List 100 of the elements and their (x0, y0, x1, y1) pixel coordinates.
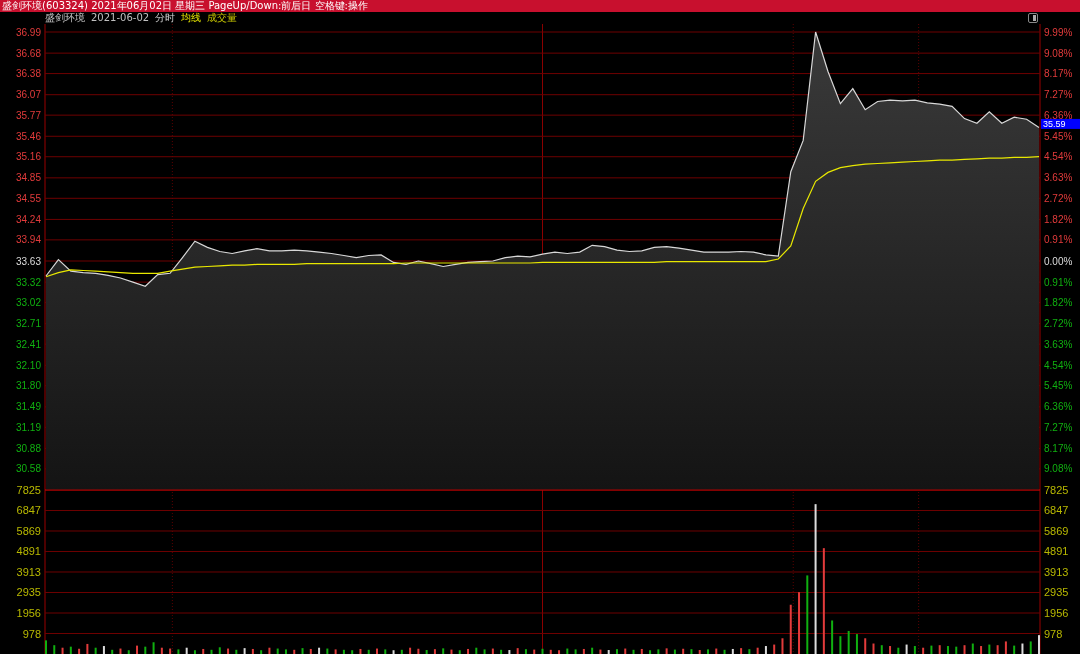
volume-bar (582, 648, 585, 654)
volume-bar (160, 647, 163, 654)
volume-axis-label: 6847 (16, 504, 41, 517)
volume-bar (309, 648, 312, 654)
volume-bar (425, 650, 428, 654)
volume-axis-label: 1956 (1044, 607, 1069, 619)
volume-bar (872, 643, 875, 654)
volume-bar (996, 645, 999, 654)
volume-axis-label: 2935 (1044, 586, 1069, 599)
volume-bar (649, 650, 652, 654)
legend-label: 分时 (155, 12, 176, 24)
volume-bar (276, 648, 279, 654)
price-axis-label: 31.19 (15, 421, 41, 433)
volume-bar (516, 648, 519, 654)
price-axis-label: 33.94 (15, 234, 41, 246)
volume-axis-label: 6847 (1044, 504, 1069, 517)
volume-bar (119, 648, 122, 654)
volume-bar (61, 647, 64, 654)
price-axis-label: 36.07 (15, 89, 41, 101)
percent-axis-label: 4.54% (1044, 359, 1073, 371)
volume-bar (500, 649, 503, 654)
percent-axis-label: 6.36% (1044, 109, 1073, 121)
volume-bar (980, 646, 983, 654)
volume-bar (764, 646, 767, 654)
volume-bar (144, 646, 147, 654)
volume-bar (855, 634, 858, 654)
volume-bar (533, 649, 536, 654)
volume-bar (922, 647, 925, 654)
percent-axis-label: 5.45% (1044, 380, 1073, 392)
volume-bar (731, 648, 734, 654)
volume-bar (177, 649, 180, 654)
percent-axis-label: 3.63% (1044, 172, 1073, 184)
price-axis-label: 32.71 (15, 318, 41, 330)
volume-bar (880, 645, 883, 654)
volume-axis-label: 5869 (16, 525, 41, 537)
volume-bar (53, 645, 56, 654)
stock-name: 盛剑环境 (45, 12, 85, 24)
volume-bar (905, 644, 908, 654)
volume-bar (483, 649, 486, 654)
percent-axis-label: 1.82% (1044, 297, 1073, 309)
volume-bar (773, 644, 776, 654)
volume-bar (334, 649, 337, 654)
volume-bar (673, 649, 676, 654)
legend-label: 均线 (181, 12, 202, 24)
window-title: 盛剑环境(603324) 2021年06月02日 星期三 PageUp/Down:前后日 空格键:操作 (2, 0, 368, 12)
percent-axis-label: 1.82% (1044, 213, 1073, 225)
percent-axis-label: 0.91% (1044, 234, 1073, 246)
volume-bar (624, 648, 627, 654)
volume-bar (359, 648, 362, 654)
volume-bar (938, 645, 941, 654)
volume-bar (301, 648, 304, 654)
percent-axis-label: 8.17% (1044, 442, 1073, 454)
percent-axis-label: 4.54% (1044, 151, 1073, 163)
volume-bar (193, 650, 196, 654)
volume-bar (930, 645, 933, 654)
volume-bar (591, 647, 594, 654)
volume-bar (789, 604, 792, 654)
price-axis-label: 30.88 (15, 442, 41, 454)
volume-axis-label: 3913 (1044, 566, 1069, 578)
volume-bar (293, 649, 296, 654)
percent-axis-label: 9.99% (1044, 26, 1073, 38)
volume-bar (798, 592, 801, 654)
percent-axis-label: 2.72% (1044, 192, 1073, 204)
volume-bar (111, 649, 114, 654)
volume-bar (342, 649, 345, 654)
volume-bar (202, 648, 205, 654)
price-axis-label: 33.02 (15, 297, 41, 309)
panel-toggle-icon[interactable] (1028, 13, 1038, 23)
volume-axis-label: 5869 (1044, 525, 1069, 537)
volume-bar (268, 647, 271, 654)
volume-bar (574, 649, 577, 654)
volume-bar (86, 643, 89, 654)
volume-bar (127, 650, 130, 654)
percent-axis-label: 0.00% (1044, 255, 1073, 267)
percent-axis-label: 7.27% (1044, 421, 1073, 433)
volume-bar (715, 648, 718, 654)
volume-axis-label: 4891 (16, 545, 41, 558)
volume-bar (69, 646, 72, 654)
percent-axis-label: 0.91% (1044, 276, 1073, 288)
volume-bar (839, 636, 842, 654)
price-axis-label: 30.58 (15, 463, 41, 475)
volume-bar (384, 649, 387, 654)
percent-axis-label: 7.27% (1044, 89, 1073, 101)
volume-bar (491, 648, 494, 654)
volume-bar (417, 648, 420, 654)
volume-bar (475, 647, 478, 654)
volume-bar (1013, 645, 1016, 654)
volume-bar (657, 649, 660, 654)
volume-bar (748, 649, 751, 654)
volume-bar (243, 648, 246, 654)
volume-bar (392, 650, 395, 654)
volume-bar (963, 645, 966, 654)
volume-bar (400, 649, 403, 654)
volume-bar (889, 646, 892, 654)
legend-label: 成交量 (207, 12, 238, 24)
price-axis-label: 32.41 (15, 338, 41, 350)
price-axis-label: 32.10 (15, 359, 41, 371)
price-axis-label: 34.85 (15, 172, 41, 184)
volume-bar (442, 648, 445, 654)
volume-bar (450, 649, 453, 654)
